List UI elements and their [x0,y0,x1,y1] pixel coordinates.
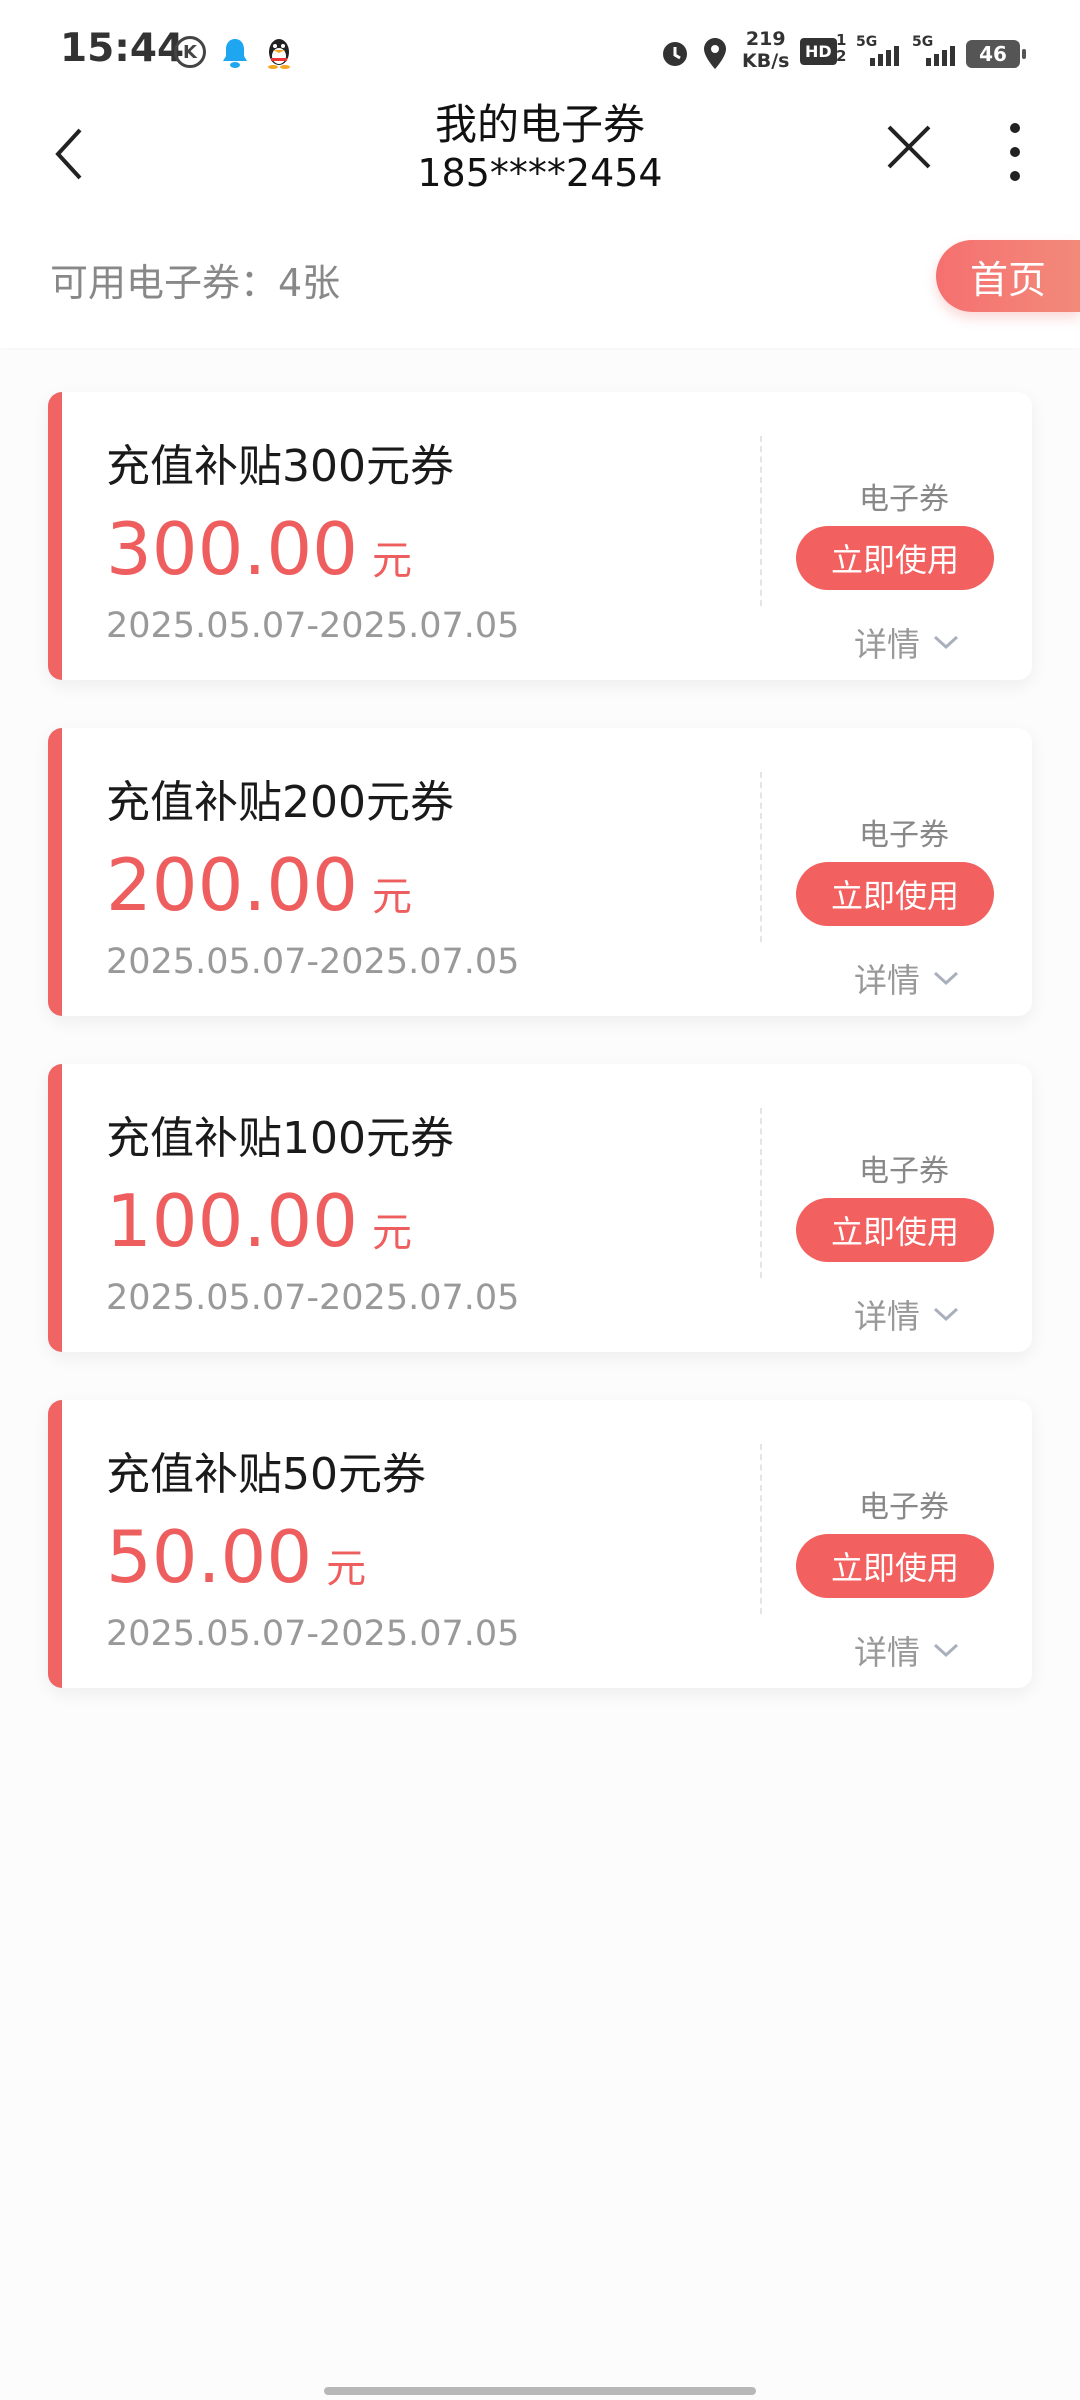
net-speed-unit: KB/s [742,50,790,72]
status-bar: 15:44 K 219 KB/s HD 1 2 5G 5G 46 [0,0,1080,100]
coupon-accent-bar [48,1064,62,1352]
coupon-amount-value: 100.00 [106,1179,358,1263]
chevron-down-icon [933,635,959,650]
header: 我的电子券 185****2454 [0,100,1080,210]
coupon-unit: 元 [326,1546,367,1592]
net-speed-value: 219 [745,28,786,50]
chevron-down-icon [933,971,959,986]
coupon-accent-bar [48,392,62,680]
use-now-button[interactable]: 立即使用 [796,526,994,590]
coupon-accent-bar [48,728,62,1016]
chevron-down-icon [933,1307,959,1322]
coupon-validity: 2025.05.07-2025.07.05 [106,606,520,646]
coupon-type: 电子券 [859,482,949,517]
detail-label: 详情 [854,1633,920,1672]
network-speed: 219 KB/s [742,28,789,72]
battery-icon: 46 [966,40,1026,68]
coupon-unit: 元 [371,1210,412,1256]
hd-badge: HD [800,38,837,65]
coupon-card: 充值补贴200元券 200.00 元 2025.05.07-2025.07.05 … [48,728,1032,1016]
coupon-list: 充值补贴300元券 300.00 元 2025.05.07-2025.07.05 … [0,350,1080,2400]
coupon-card: 充值补贴50元券 50.00 元 2025.05.07-2025.07.05 电子… [48,1400,1032,1688]
coupon-amount: 200.00 元 [106,840,412,942]
detail-toggle[interactable]: 详情 [854,618,960,666]
svg-text:5G: 5G [856,34,877,50]
location-icon [702,36,728,72]
coupon-amount: 100.00 元 [106,1176,412,1278]
detail-label: 详情 [854,961,920,1000]
detail-toggle[interactable]: 详情 [854,954,960,1002]
chevron-down-icon [933,1643,959,1658]
detail-label: 详情 [854,625,920,664]
coupon-divider [760,1444,762,1614]
hd-sub-bottom: 2 [836,47,847,65]
signal-icon: 5G [856,34,906,74]
coupon-amount: 300.00 元 [106,504,412,606]
home-button[interactable]: 首页 [936,240,1080,312]
coupon-unit: 元 [371,538,412,584]
coupon-unit: 元 [371,874,412,920]
use-now-button[interactable]: 立即使用 [796,1534,994,1598]
status-time: 15:44 [60,26,185,71]
more-button[interactable] [990,112,1040,192]
close-button[interactable] [874,112,944,182]
available-count: 可用电子券：4张 [50,261,341,305]
detail-toggle[interactable]: 详情 [854,1626,960,1674]
signal-icon-2: 5G [912,34,962,74]
use-now-button[interactable]: 立即使用 [796,1198,994,1262]
coupon-name: 充值补贴50元券 [106,1449,426,1500]
coupon-divider [760,1108,762,1278]
coupon-validity: 2025.05.07-2025.07.05 [106,942,520,982]
coupon-card: 充值补贴300元券 300.00 元 2025.05.07-2025.07.05 … [48,392,1032,680]
coupon-validity: 2025.05.07-2025.07.05 [106,1278,520,1318]
coupon-accent-bar [48,1400,62,1688]
coupon-divider [760,772,762,942]
coupon-amount-value: 200.00 [106,843,358,927]
detail-label: 详情 [854,1297,920,1336]
coupon-amount: 50.00 元 [106,1512,366,1614]
home-indicator[interactable] [324,2387,756,2395]
bell-icon [220,36,250,70]
coupon-amount-value: 50.00 [106,1515,313,1599]
more-dot [1010,147,1020,157]
coupon-type: 电子券 [859,1490,949,1525]
more-dot [1010,171,1020,181]
coupon-divider [760,436,762,606]
coupon-card: 充值补贴100元券 100.00 元 2025.05.07-2025.07.05 … [48,1064,1032,1352]
k-icon: K [174,36,206,68]
coupon-amount-value: 300.00 [106,507,358,591]
coupon-type: 电子券 [859,1154,949,1189]
coupon-validity: 2025.05.07-2025.07.05 [106,1614,520,1654]
qq-penguin-icon [264,36,294,70]
close-icon [887,125,931,169]
summary-bar: 可用电子券：4张 首页 [0,228,1080,348]
coupon-name: 充值补贴200元券 [106,777,454,828]
alarm-icon [658,36,692,70]
svg-text:5G: 5G [912,34,933,50]
hd-sub: 1 2 [836,32,846,64]
coupon-name: 充值补贴300元券 [106,441,454,492]
hd-sub-top: 1 [836,31,847,49]
detail-toggle[interactable]: 详情 [854,1290,960,1338]
more-vertical-icon [1010,123,1020,133]
coupon-name: 充值补贴100元券 [106,1113,454,1164]
use-now-button[interactable]: 立即使用 [796,862,994,926]
coupon-type: 电子券 [859,818,949,853]
